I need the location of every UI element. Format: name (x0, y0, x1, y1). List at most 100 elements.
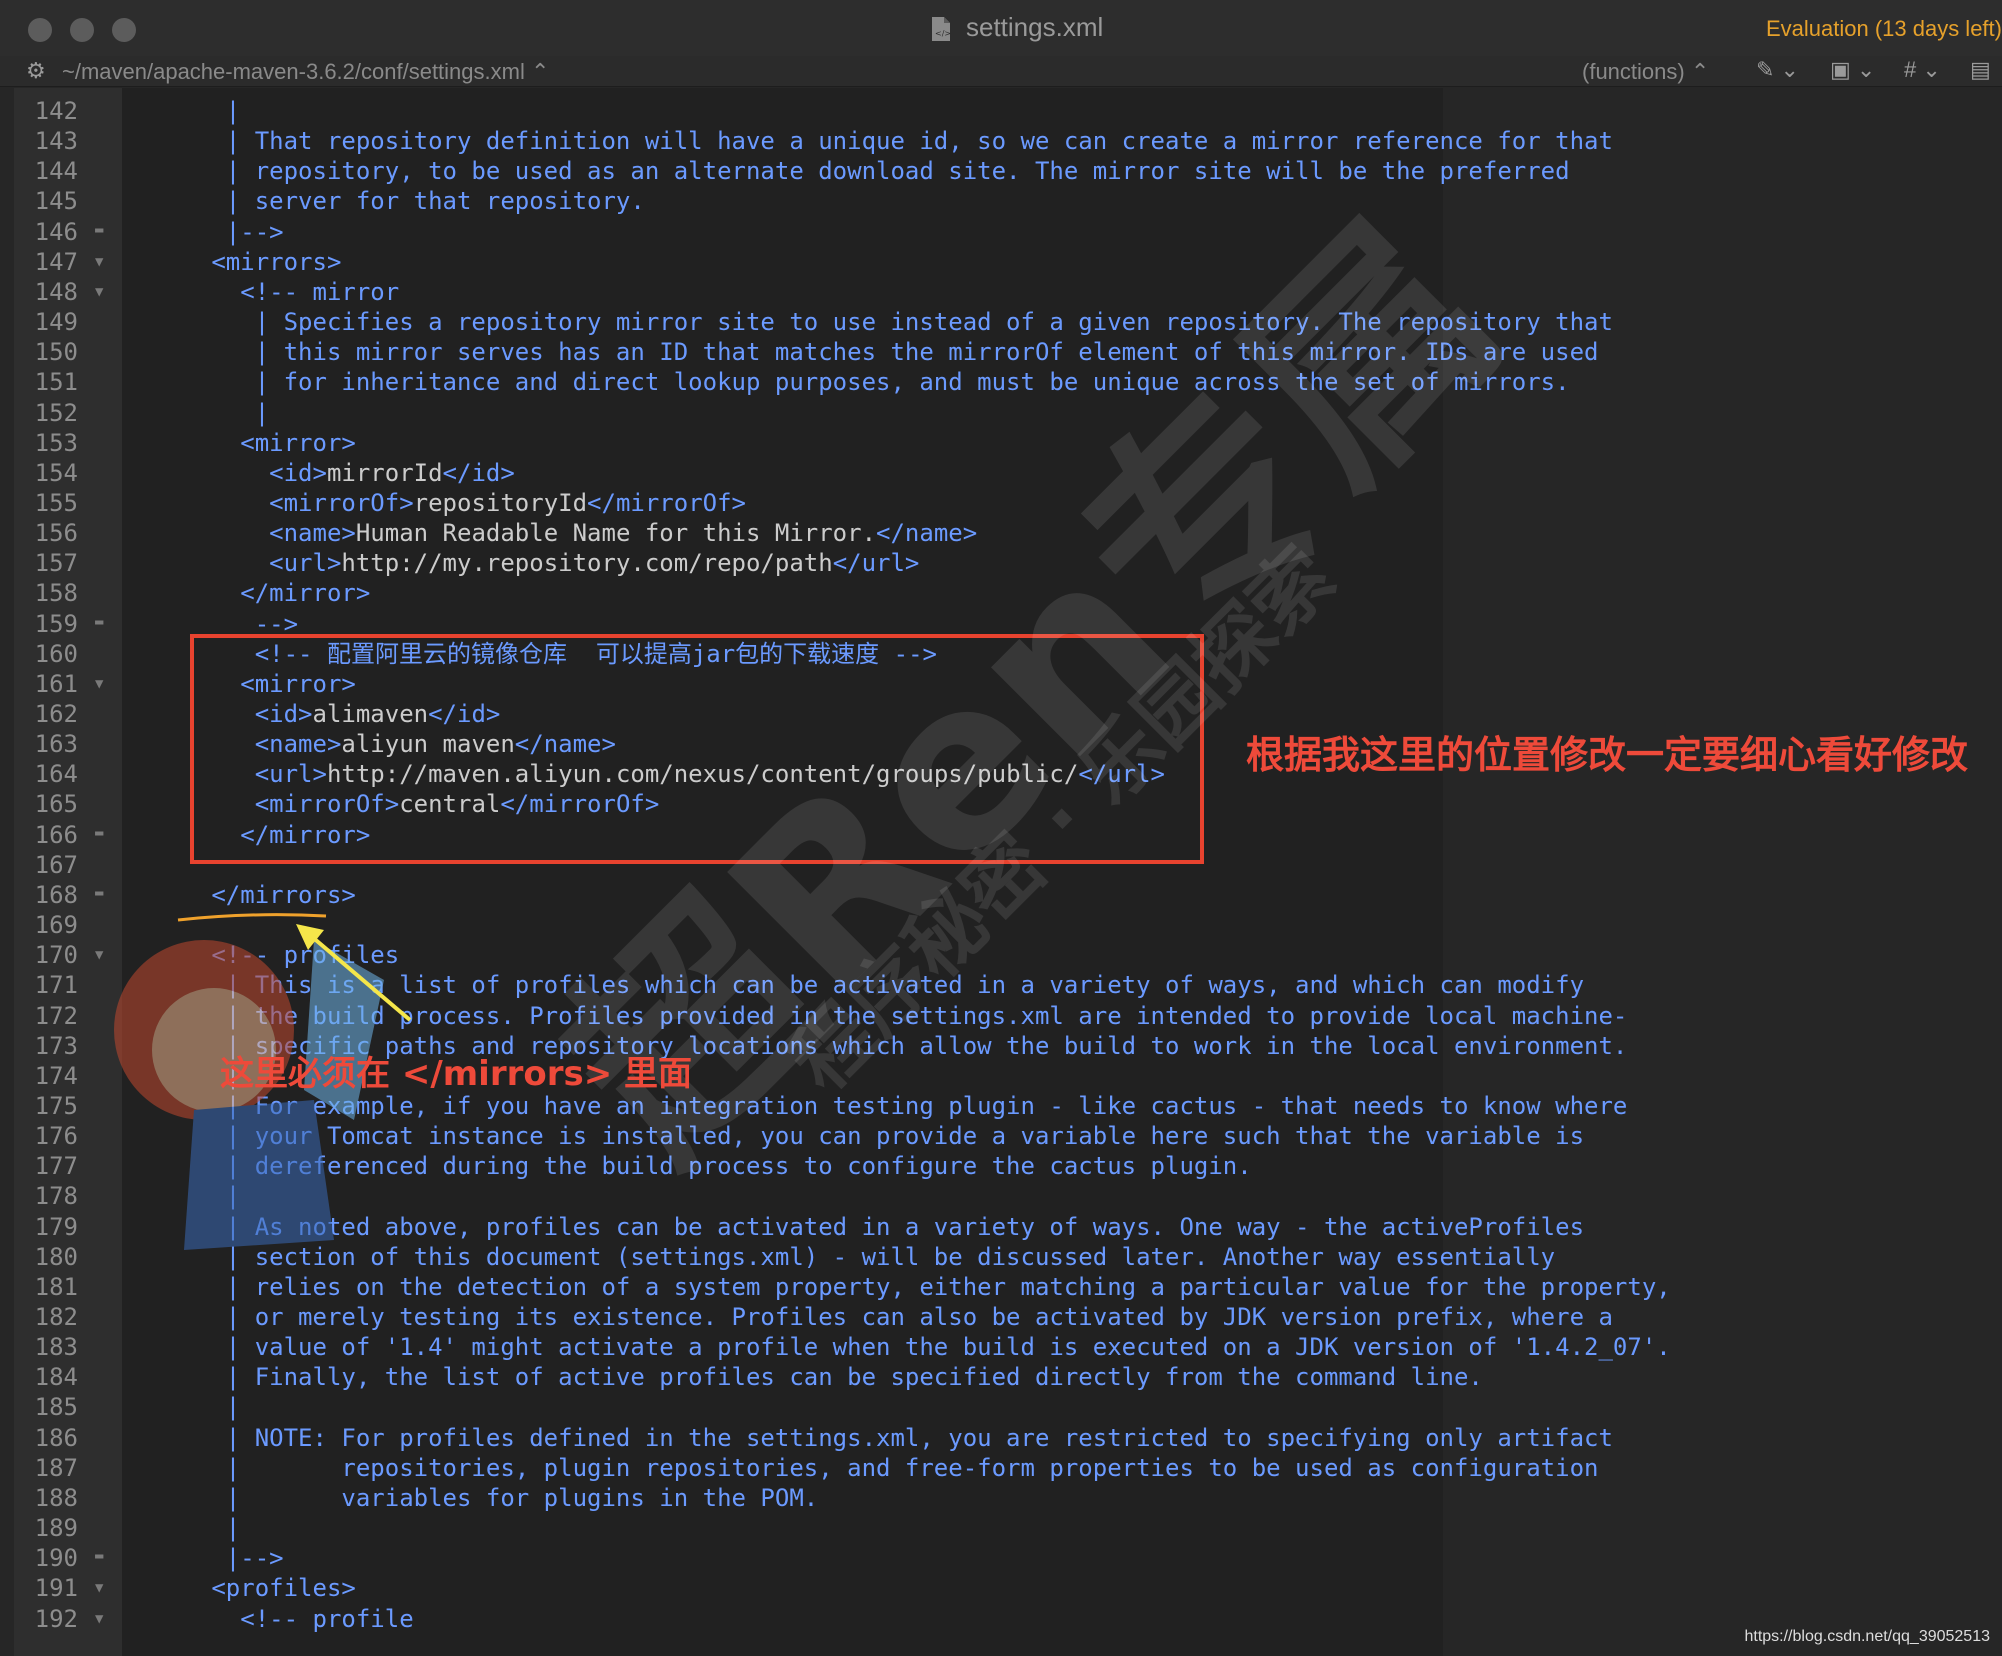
code-line[interactable]: 177 | dereferenced during the build proc… (0, 1151, 2002, 1181)
function-popup[interactable]: (functions) ⌃ (1582, 59, 1709, 85)
code-line[interactable]: 155 <mirrorOf>repositoryId</mirrorOf> (0, 488, 2002, 518)
code-text: <!-- mirror (168, 277, 400, 306)
clipboard-icon[interactable]: ▣ ⌄ (1830, 57, 1875, 83)
line-number: 170 (34, 941, 78, 970)
code-line[interactable]: 157 <url>http://my.repository.com/repo/p… (0, 548, 2002, 578)
code-line[interactable]: 168 ▬ </mirrors> (0, 880, 2002, 910)
document-icon[interactable]: ▤ (1970, 57, 1991, 83)
code-text: | (168, 1182, 241, 1211)
code-line[interactable]: 183 | value of '1.4' might activate a pr… (0, 1332, 2002, 1362)
code-line[interactable]: 144 | repository, to be used as an alter… (0, 156, 2002, 186)
line-number: 180 (34, 1242, 78, 1271)
fold-end-icon[interactable]: ▬ (95, 878, 103, 908)
code-line[interactable]: 153 <mirror> (0, 428, 2002, 458)
close-window-button[interactable] (28, 18, 52, 42)
code-line[interactable]: 181 | relies on the detection of a syste… (0, 1272, 2002, 1302)
fold-triangle-icon[interactable]: ▼ (95, 277, 103, 307)
line-number: 177 (34, 1152, 78, 1181)
fold-triangle-icon[interactable]: ▼ (95, 1573, 103, 1603)
source-url: https://blog.csdn.net/qq_39052513 (1744, 1628, 1990, 1645)
code-line[interactable]: 148 ▼ <!-- mirror (0, 277, 2002, 307)
gear-icon[interactable]: ⚙ (26, 58, 46, 84)
line-number: 148 (34, 277, 78, 306)
xml-file-icon: </> (932, 17, 951, 41)
fold-triangle-icon[interactable]: ▼ (95, 1604, 103, 1634)
code-text: | For example, if you have an integratio… (168, 1091, 1628, 1120)
code-text: | That repository definition will have a… (168, 127, 1613, 156)
line-number: 190 (34, 1544, 78, 1573)
line-number: 175 (34, 1091, 78, 1120)
svg-text:</>: </> (935, 29, 951, 38)
code-text: | repositories, plugin repositories, and… (168, 1453, 1599, 1482)
fold-triangle-icon[interactable]: ▼ (95, 669, 103, 699)
code-text: | (168, 1514, 241, 1543)
window-title: settings.xml (966, 12, 1104, 42)
line-number: 142 (34, 97, 78, 125)
zoom-window-button[interactable] (112, 18, 136, 42)
code-line[interactable]: 186 | NOTE: For profiles defined in the … (0, 1423, 2002, 1453)
evaluation-notice[interactable]: Evaluation (13 days left) (1766, 16, 2002, 42)
minimize-window-button[interactable] (70, 18, 94, 42)
code-text: | Finally, the list of active profiles c… (168, 1363, 1483, 1392)
code-line[interactable]: 187 | repositories, plugin repositories,… (0, 1453, 2002, 1483)
code-line[interactable]: 188 | variables for plugins in the POM. (0, 1483, 2002, 1513)
line-number: 185 (34, 1393, 78, 1422)
code-line[interactable]: 147 ▼ <mirrors> (0, 247, 2002, 277)
code-line[interactable]: 150 | this mirror serves has an ID that … (0, 337, 2002, 367)
code-line[interactable]: 182 | or merely testing its existence. P… (0, 1302, 2002, 1332)
code-text: <profiles> (211, 1574, 356, 1603)
code-line[interactable]: 190 ▬ |--> (0, 1543, 2002, 1573)
code-text: <name>Human Readable Name for this Mirro… (269, 519, 978, 548)
line-number: 149 (34, 308, 78, 337)
code-line[interactable]: 180 | section of this document (settings… (0, 1242, 2002, 1272)
line-number: 169 (34, 911, 78, 940)
code-text: | repository, to be used as an alternate… (168, 157, 1570, 186)
code-line[interactable]: 178 | (0, 1181, 2002, 1211)
file-path-popup[interactable]: ~/maven/apache-maven-3.6.2/conf/settings… (62, 59, 549, 85)
line-number: 151 (34, 368, 78, 397)
code-line[interactable]: 143 | That repository definition will ha… (0, 126, 2002, 156)
code-line[interactable]: 154 <id>mirrorId</id> (0, 458, 2002, 488)
fold-triangle-icon[interactable]: ▼ (95, 247, 103, 277)
fold-end-icon[interactable]: ▬ (95, 818, 103, 848)
code-line[interactable]: 156 <name>Human Readable Name for this M… (0, 518, 2002, 548)
code-line[interactable]: 185 | (0, 1392, 2002, 1422)
code-line[interactable]: 158 </mirror> (0, 578, 2002, 608)
fold-end-icon[interactable]: ▬ (95, 215, 103, 245)
code-line[interactable]: 145 | server for that repository. (0, 186, 2002, 216)
code-text: <mirrors> (211, 247, 342, 276)
code-line[interactable]: 176 | your Tomcat instance is installed,… (0, 1121, 2002, 1151)
code-text: <id>mirrorId</id> (269, 458, 515, 487)
code-text: |--> (168, 217, 284, 246)
line-number: 188 (34, 1483, 78, 1512)
fold-end-icon[interactable]: ▬ (95, 607, 103, 637)
bookmark-hash-icon[interactable]: # ⌄ (1904, 57, 1941, 83)
file-path: ~/maven/apache-maven-3.6.2/conf/settings… (62, 59, 525, 84)
line-number: 146 (34, 217, 78, 246)
line-number: 189 (34, 1514, 78, 1543)
code-text: | or merely testing its existence. Profi… (168, 1303, 1613, 1331)
title-bar: </> settings.xml Evaluation (13 days lef… (0, 0, 2002, 57)
code-line[interactable]: 191 ▼ <profiles> (0, 1573, 2002, 1603)
marker-icon[interactable]: ✎ ⌄ (1756, 57, 1799, 83)
code-line[interactable]: 146 ▬ |--> (0, 217, 2002, 247)
line-number: 157 (34, 549, 78, 578)
line-number: 163 (34, 730, 78, 759)
line-number: 161 (34, 669, 78, 698)
fold-end-icon[interactable]: ▬ (95, 1541, 103, 1571)
line-number: 160 (34, 639, 78, 668)
line-number: 191 (34, 1574, 78, 1603)
code-line[interactable]: 189 | (0, 1513, 2002, 1543)
code-line[interactable]: 179 | As noted above, profiles can be ac… (0, 1212, 2002, 1242)
line-number: 144 (34, 157, 78, 186)
code-line[interactable]: 152 | (0, 398, 2002, 428)
code-text: | value of '1.4' might activate a profil… (168, 1333, 1671, 1362)
code-line[interactable]: 142 | (0, 96, 2002, 126)
fold-triangle-icon[interactable]: ▼ (95, 940, 103, 970)
code-line[interactable]: 149 | Specifies a repository mirror site… (0, 307, 2002, 337)
code-line[interactable]: 175 | For example, if you have an integr… (0, 1091, 2002, 1121)
code-text: | server for that repository. (168, 187, 645, 216)
code-line[interactable]: 151 | for inheritance and direct lookup … (0, 367, 2002, 397)
code-line[interactable]: 184 | Finally, the list of active profil… (0, 1362, 2002, 1392)
code-line[interactable]: 192 ▼ <!-- profile (0, 1604, 2002, 1634)
